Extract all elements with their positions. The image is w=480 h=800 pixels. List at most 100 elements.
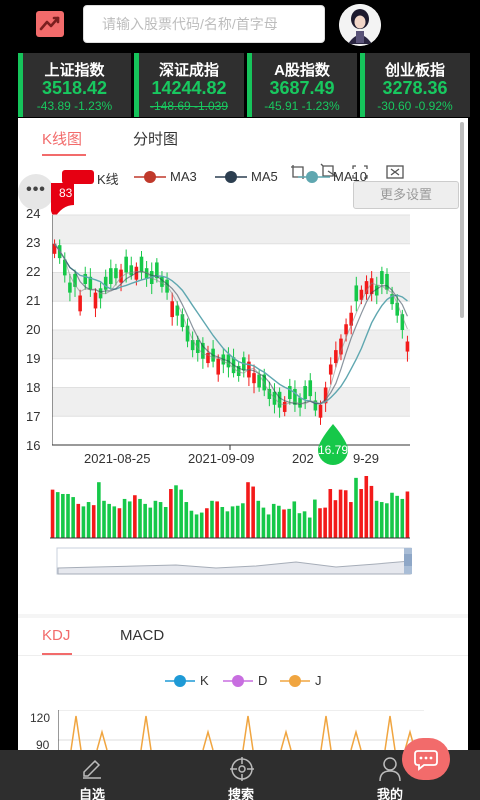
index-card-chinext[interactable]: 创业板指 3278.36 -30.60 -0.92% — [360, 53, 470, 117]
legend-k-label[interactable]: K线 — [97, 169, 119, 188]
kdj-j-peak — [140, 715, 152, 750]
volume-bar — [158, 502, 163, 538]
right-border — [468, 118, 480, 750]
crosshair-search-icon — [230, 757, 254, 781]
top-header — [0, 0, 480, 52]
index-change: -43.89 -1.23% — [36, 99, 113, 113]
y-tick: 120 — [30, 711, 51, 725]
index-name: 上证指数 — [44, 62, 105, 79]
volume-chart[interactable] — [50, 474, 412, 540]
volume-bar — [241, 503, 245, 538]
index-value: 3518.42 — [41, 78, 108, 98]
app-screen: 上证指数 3518.42 -43.89 -1.23% 深证成指 14244.82… — [0, 0, 480, 800]
tab-active-underline — [42, 154, 86, 156]
volume-bar — [328, 489, 333, 538]
volume-bar — [194, 514, 199, 538]
kline-chart[interactable] — [52, 200, 412, 460]
volume-bar — [220, 507, 225, 538]
chat-floating-button[interactable] — [402, 738, 450, 780]
volume-bar — [374, 500, 379, 538]
nav-item-watchlist[interactable]: 自选 — [12, 750, 172, 800]
nav-label: 自选 — [78, 787, 105, 800]
volume-bar — [127, 501, 132, 538]
ma10-line — [53, 243, 408, 405]
volume-bar — [292, 501, 297, 538]
legend-ma3-label[interactable]: MA3 — [170, 169, 197, 184]
volume-bar — [338, 489, 343, 538]
grid-band — [52, 215, 410, 244]
kdj-j-peak — [320, 715, 332, 750]
search-field[interactable] — [83, 5, 325, 43]
chat-bubble-icon — [414, 750, 438, 771]
volume-bar — [71, 497, 75, 538]
volume-bar — [163, 507, 168, 538]
index-name: 深证成指 — [158, 62, 219, 79]
section-divider — [18, 614, 468, 618]
volume-bar — [400, 498, 405, 538]
candle-body — [349, 312, 353, 326]
tab-kline[interactable]: K线图 — [42, 128, 82, 149]
volume-bar — [107, 503, 111, 538]
volume-bar — [395, 495, 399, 538]
tab-intraday[interactable]: 分时图 — [133, 128, 178, 149]
volume-bar — [112, 506, 117, 538]
index-card-shanghai[interactable]: 上证指数 3518.42 -43.89 -1.23% — [18, 53, 131, 117]
search-input[interactable] — [84, 6, 324, 42]
user-avatar-icon[interactable] — [339, 4, 381, 46]
screenshot-icon[interactable] — [385, 163, 405, 181]
candle-body — [354, 285, 359, 302]
volume-bar — [359, 489, 363, 538]
x-tick: 2021-09-09 — [188, 451, 255, 466]
index-card-a-share[interactable]: A股指数 3687.49 -45.91 -1.23% — [247, 53, 357, 117]
legend-kdj-k-swatch — [165, 675, 195, 687]
ma5-line — [54, 243, 408, 405]
legend-ma5-swatch — [215, 171, 247, 183]
candle-body — [78, 295, 82, 312]
more-options-button[interactable]: ••• — [18, 174, 54, 210]
volume-bar — [390, 492, 394, 538]
y-tick: 16 — [26, 438, 41, 453]
candle-body — [328, 364, 333, 375]
kdj-chart[interactable] — [58, 710, 426, 750]
candle-body — [139, 256, 144, 273]
volume-bar — [266, 514, 271, 538]
candle-body — [103, 276, 108, 290]
volume-bar — [86, 502, 91, 538]
index-change: -148.69 -1.039 — [149, 99, 229, 113]
legend-kdj-k-label[interactable]: K — [200, 673, 209, 688]
candle-body — [129, 265, 134, 276]
legend-ma5-label[interactable]: MA5 — [251, 169, 278, 184]
y-tick: 19 — [26, 351, 41, 366]
ma3-line — [54, 243, 408, 406]
candle-body — [380, 271, 384, 284]
candle-body — [93, 292, 98, 309]
volume-bar — [205, 508, 209, 538]
volume-bar — [323, 507, 327, 538]
candle-body — [68, 282, 72, 293]
data-zoom-slider[interactable] — [56, 546, 418, 578]
index-value: 14244.82 — [151, 78, 227, 98]
trend-chart-icon[interactable] — [36, 11, 64, 37]
candle-body — [277, 391, 282, 408]
legend-kdj-d-label[interactable]: D — [258, 673, 267, 688]
index-name: A股指数 — [274, 62, 330, 79]
volume-bar — [148, 507, 153, 538]
scrollbar[interactable] — [460, 122, 464, 318]
volume-bar — [349, 502, 353, 538]
nav-item-search[interactable]: 搜索 — [161, 750, 321, 800]
index-value: 3278.36 — [382, 78, 448, 98]
volume-bar — [318, 508, 322, 538]
volume-bar — [287, 508, 291, 538]
volume-bar — [369, 485, 374, 538]
kdj-j-peak — [202, 729, 214, 750]
candle-body — [308, 380, 313, 397]
legend-kdj-j-label[interactable]: J — [315, 673, 322, 688]
tab-kdj[interactable]: KDJ — [42, 627, 70, 644]
volume-bar — [261, 507, 266, 538]
volume-bar — [256, 500, 261, 538]
candle-body — [303, 386, 307, 399]
tab-macd[interactable]: MACD — [120, 627, 164, 644]
index-card-shenzhen[interactable]: 深证成指 14244.82 -148.69 -1.039 — [134, 53, 244, 117]
volume-bar — [138, 498, 142, 538]
volume-bar — [405, 491, 410, 538]
